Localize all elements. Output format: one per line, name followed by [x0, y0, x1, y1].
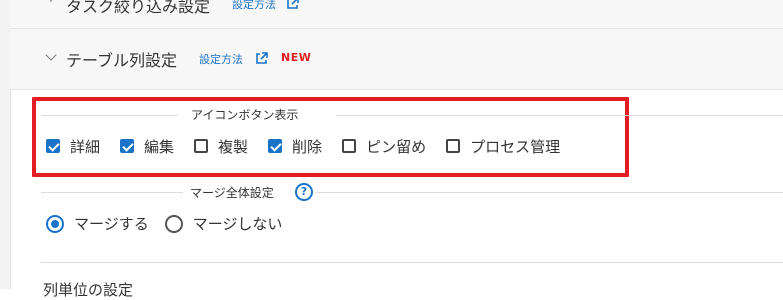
divider [316, 192, 783, 193]
merge-group-legend: マージ全体設定 [190, 186, 274, 200]
checkbox-unchecked[interactable] [342, 139, 357, 153]
icon-button-display-group: アイコンボタン表示 詳細 編集 複製 削除 ピン留め プロセス管理 [32, 97, 783, 177]
checkbox-row: 詳細 編集 複製 削除 ピン留め プロセス管理 [46, 135, 580, 157]
checkbox-checked[interactable] [46, 139, 60, 153]
divider [42, 115, 178, 116]
section-title: テーブル列設定 [66, 51, 178, 70]
checkbox-label: 削除 [292, 137, 323, 156]
section-title: タスク絞り込み設定 [66, 0, 211, 16]
checkbox-pin[interactable]: ピン留め [342, 136, 426, 157]
chevron-right-icon [44, 0, 57, 2]
new-badge: NEW [281, 51, 312, 64]
checkbox-delete[interactable]: 削除 [268, 136, 322, 157]
checkbox-unchecked[interactable] [194, 139, 209, 153]
radio-selected[interactable] [46, 214, 64, 233]
group-legend: アイコンボタン表示 [191, 108, 299, 122]
checkbox-label: 編集 [144, 137, 175, 156]
checkbox-unchecked[interactable] [446, 139, 461, 153]
checkbox-detail[interactable]: 詳細 [46, 136, 100, 157]
divider [41, 192, 183, 193]
divider [336, 115, 783, 116]
section-header-task-filter[interactable]: タスク絞り込み設定 設定方法 [10, 0, 783, 29]
checkbox-label: 詳細 [70, 137, 101, 156]
question-circle-icon[interactable]: ? [295, 183, 313, 201]
section-header-table-columns[interactable]: テーブル列設定 設定方法 NEW [10, 29, 783, 90]
divider [41, 262, 783, 263]
help-link[interactable]: 設定方法 [232, 0, 276, 12]
checkbox-label: 複製 [218, 137, 249, 156]
checkbox-checked[interactable] [120, 139, 135, 153]
checkbox-duplicate[interactable]: 複製 [194, 136, 248, 157]
radio-merge[interactable]: マージする [46, 213, 149, 234]
settings-panel: タスク絞り込み設定 設定方法 テーブル列設定 設定方法 NEW アイコンボタン表… [10, 0, 783, 299]
radio-label: マージする [74, 215, 149, 233]
external-link-icon[interactable] [286, 0, 299, 14]
external-link-icon[interactable] [255, 50, 268, 69]
column-settings-label: 列単位の設定 [43, 281, 134, 299]
checkbox-label: ピン留め [366, 137, 427, 156]
radio-label: マージしない [192, 215, 283, 233]
checkbox-process-management[interactable]: プロセス管理 [446, 136, 560, 157]
checkbox-checked[interactable] [268, 139, 283, 153]
radio-no-merge[interactable]: マージしない [164, 213, 283, 234]
radio-unselected[interactable] [164, 214, 183, 233]
help-link[interactable]: 設定方法 [199, 51, 243, 67]
checkbox-label: プロセス管理 [470, 137, 561, 156]
chevron-down-icon [45, 49, 57, 61]
checkbox-edit[interactable]: 編集 [120, 136, 174, 157]
merge-radio-group: マージする マージしない [46, 213, 298, 234]
